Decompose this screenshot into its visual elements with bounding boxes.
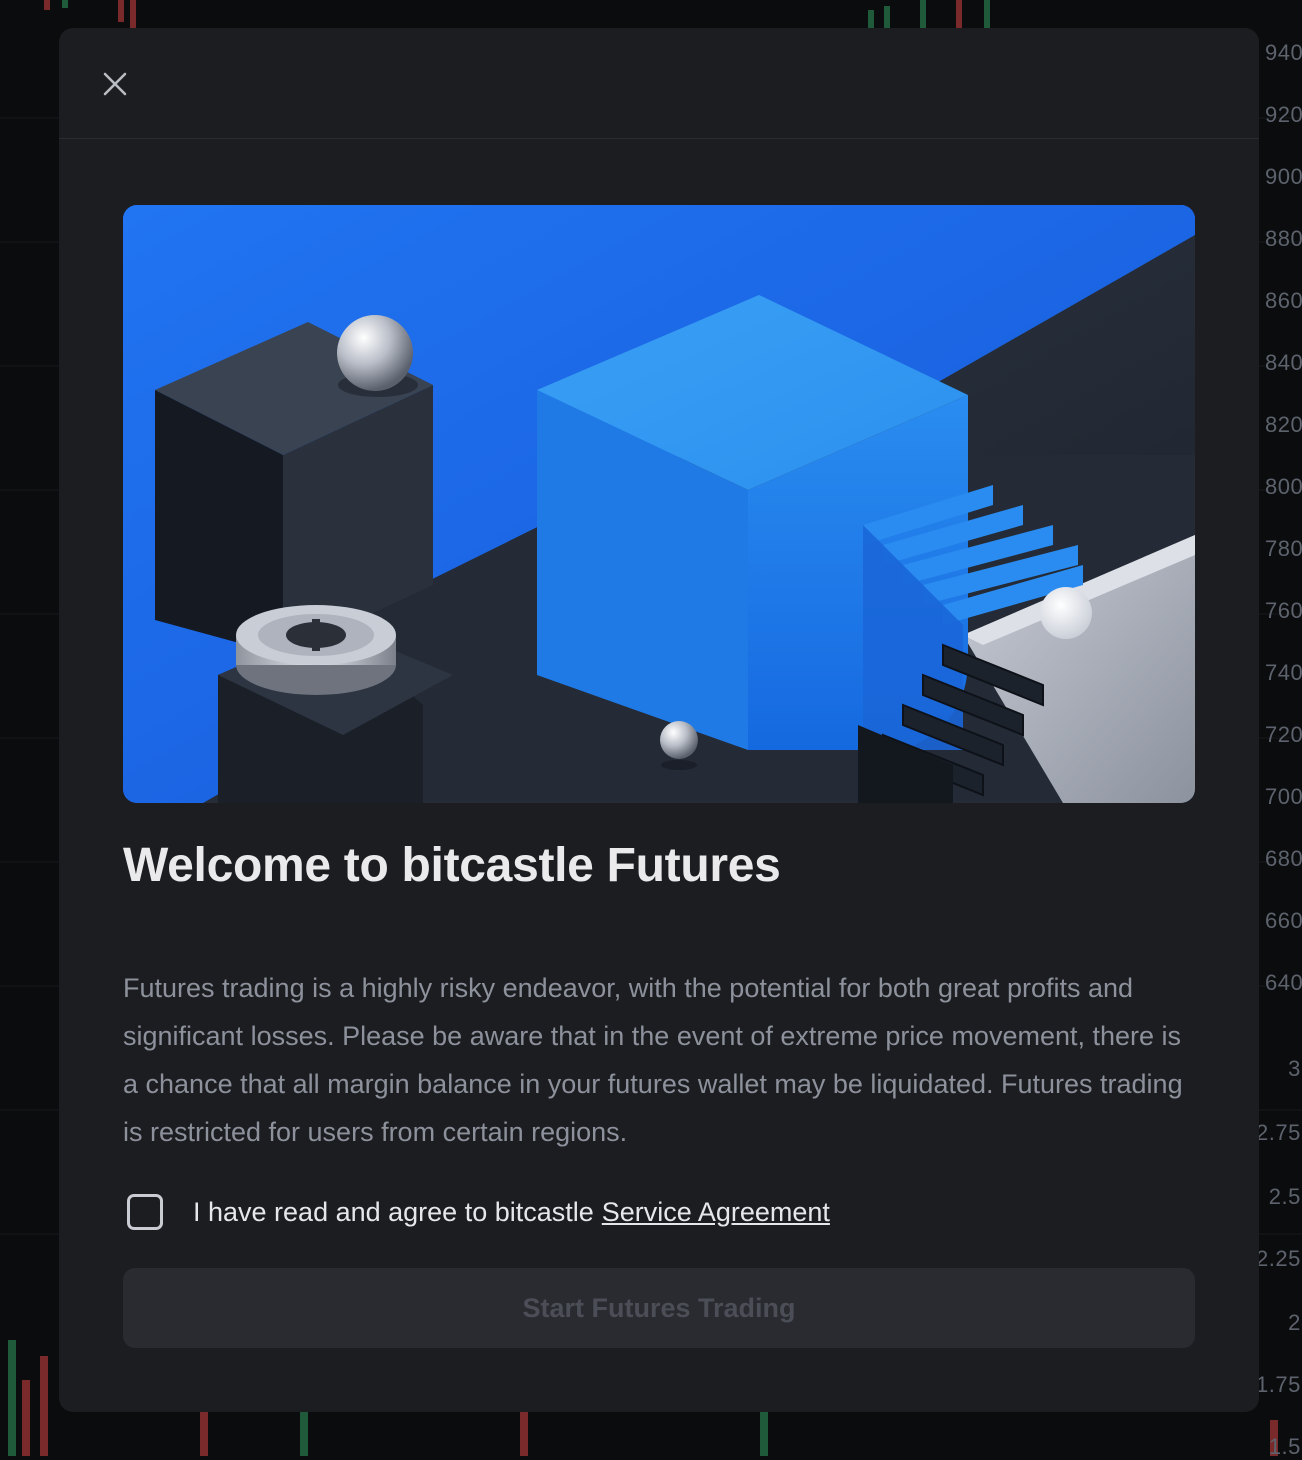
start-futures-trading-button[interactable]: Start Futures Trading [123,1268,1195,1348]
axis-label: 3K [1288,1056,1302,1081]
modal-title: Welcome to bitcastle Futures [123,839,781,892]
close-icon[interactable] [99,68,131,100]
axis-label: 6600 [1265,908,1302,933]
risk-description: Futures trading is a highly risky endeav… [123,973,1183,1147]
axis-label: 1.75K [1256,1372,1302,1397]
futures-illustration [123,205,1195,803]
axis-label: 7400 [1265,660,1302,685]
axis-label: 8200 [1265,412,1302,437]
axis-label: 9000 [1265,164,1302,189]
agreement-row: I have read and agree to bitcastle Servi… [127,1192,830,1232]
axis-label: 9200 [1265,102,1302,127]
axis-label: 9400 [1265,40,1302,65]
axis-label: 6800 [1265,846,1302,871]
axis-label: 6400 [1265,970,1302,995]
axis-label: 8000 [1265,474,1302,499]
welcome-modal: Welcome to bitcastle Futures Futures tra… [59,28,1259,1412]
modal-header [59,28,1259,139]
axis-label: 8800 [1265,226,1302,251]
agreement-text: I have read and agree to bitcastle [193,1196,594,1227]
axis-label: 2.5K [1268,1184,1302,1209]
axis-label: 7000 [1265,784,1302,809]
axis-label: 7200 [1265,722,1302,747]
axis-label: 2K [1288,1310,1302,1335]
price-axis: 9400 9200 9000 8800 8600 8400 8200 8000 … [1256,0,1302,1459]
service-agreement-link[interactable]: Service Agreement [602,1197,830,1228]
axis-label: 1.5K [1268,1434,1302,1459]
axis-label: 8600 [1265,288,1302,313]
agreement-checkbox[interactable] [127,1194,163,1230]
axis-label: 8400 [1265,350,1302,375]
axis-label: 7800 [1265,536,1302,561]
axis-label: 2.75K [1256,1120,1302,1145]
axis-label: 7600 [1265,598,1302,623]
axis-label: 2.25K [1256,1246,1302,1271]
